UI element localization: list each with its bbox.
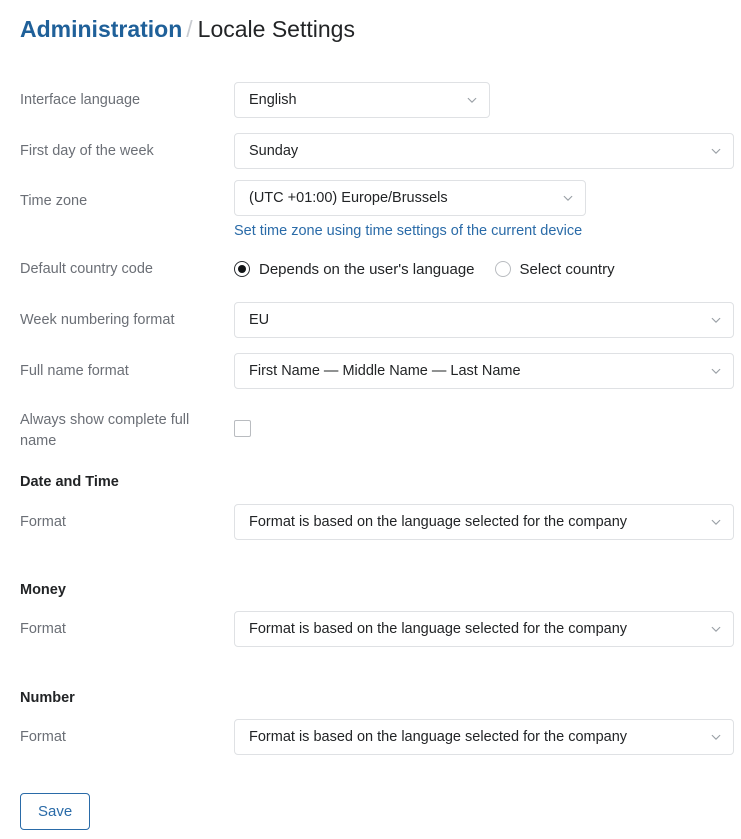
select-full-name-format[interactable]: First Name — Middle Name — Last Name bbox=[234, 353, 734, 389]
label-money-format: Format bbox=[20, 621, 66, 637]
select-number-format[interactable]: Format is based on the language selected… bbox=[234, 719, 734, 755]
label-first-day-of-week: First day of the week bbox=[20, 143, 154, 159]
radio-depends-on-user-language[interactable]: Depends on the user's language bbox=[234, 261, 475, 278]
radio-mark-selected-icon bbox=[234, 261, 250, 277]
breadcrumb: Administration / Locale Settings bbox=[20, 14, 355, 44]
breadcrumb-separator: / bbox=[186, 16, 193, 42]
select-first-day-of-week-value: Sunday bbox=[249, 143, 299, 159]
chevron-down-icon bbox=[466, 94, 478, 106]
radio-mark-unselected-icon bbox=[494, 261, 511, 277]
select-time-zone[interactable]: (UTC +01:00) Europe/Brussels bbox=[234, 180, 586, 216]
label-number-format: Format bbox=[20, 729, 66, 745]
select-week-numbering-format-value: EU bbox=[249, 312, 270, 328]
chevron-down-icon bbox=[710, 623, 722, 635]
select-full-name-format-value: First Name — Middle Name — Last Name bbox=[249, 363, 521, 379]
select-interface-language-value: English bbox=[249, 92, 297, 108]
breadcrumb-link-administration[interactable]: Administration bbox=[20, 16, 182, 42]
select-first-day-of-week[interactable]: Sunday bbox=[234, 133, 734, 169]
label-date-and-time-format: Format bbox=[20, 514, 66, 530]
select-number-format-value: Format is based on the language selected… bbox=[249, 729, 628, 745]
page-title: Locale Settings bbox=[197, 16, 355, 42]
section-title-date-and-time: Date and Time bbox=[20, 474, 119, 490]
set-time-zone-from-device-link[interactable]: Set time zone using time settings of the… bbox=[234, 221, 582, 241]
chevron-down-icon bbox=[710, 731, 722, 743]
radio-select-country-label: Select country bbox=[519, 260, 615, 278]
checkbox-always-show-complete-full-name[interactable] bbox=[234, 420, 251, 437]
select-date-and-time-format-value: Format is based on the language selected… bbox=[249, 514, 628, 530]
section-title-number: Number bbox=[20, 690, 75, 706]
radio-group-default-country-code: Depends on the user's language Select co… bbox=[234, 258, 615, 280]
chevron-down-icon bbox=[710, 314, 722, 326]
label-always-show-complete-full-name: Always show complete full name bbox=[20, 412, 190, 449]
select-date-and-time-format[interactable]: Format is based on the language selected… bbox=[234, 504, 734, 540]
chevron-down-icon bbox=[562, 192, 574, 204]
select-week-numbering-format[interactable]: EU bbox=[234, 302, 734, 338]
select-time-zone-value: (UTC +01:00) Europe/Brussels bbox=[249, 190, 448, 206]
label-interface-language: Interface language bbox=[20, 92, 141, 108]
chevron-down-icon bbox=[710, 365, 722, 377]
chevron-down-icon bbox=[710, 145, 722, 157]
select-money-format[interactable]: Format is based on the language selected… bbox=[234, 611, 734, 647]
label-time-zone: Time zone bbox=[20, 193, 88, 209]
radio-select-country[interactable]: Select country bbox=[494, 260, 615, 278]
label-default-country-code: Default country code bbox=[20, 261, 153, 277]
radio-depends-on-user-language-label: Depends on the user's language bbox=[259, 260, 475, 278]
select-money-format-value: Format is based on the language selected… bbox=[249, 621, 628, 637]
label-week-numbering-format: Week numbering format bbox=[20, 312, 175, 328]
chevron-down-icon bbox=[710, 516, 722, 528]
label-full-name-format: Full name format bbox=[20, 363, 129, 379]
locale-settings-page: Administration / Locale Settings Interface… bbox=[0, 0, 741, 839]
select-interface-language[interactable]: English bbox=[234, 82, 490, 118]
section-title-money: Money bbox=[20, 582, 66, 598]
save-button[interactable]: Save bbox=[20, 793, 91, 830]
